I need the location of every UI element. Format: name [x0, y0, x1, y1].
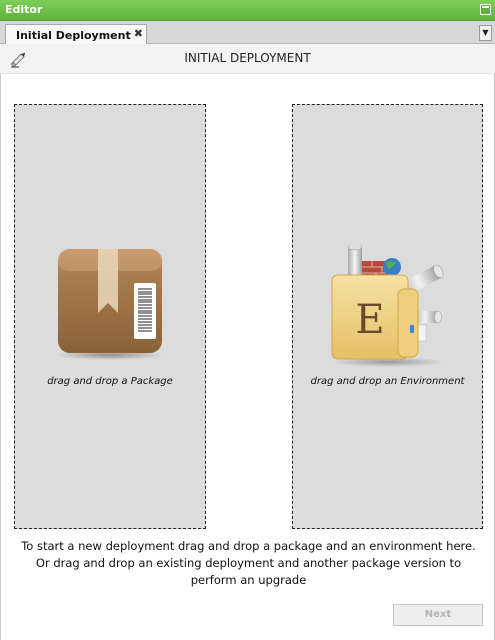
maximize-icon[interactable]: [480, 4, 491, 15]
close-tab-icon[interactable]: ✖: [134, 27, 143, 40]
editor-content: drag and drop a Package E drag and drop …: [0, 74, 495, 640]
page-title: INITIAL DEPLOYMENT: [184, 51, 311, 65]
environment-dropzone[interactable]: E drag and drop an Environment: [292, 104, 483, 529]
environment-folder-icon: E: [331, 245, 444, 367]
tab-bar: Initial Deployment ✖ ▼: [0, 21, 495, 44]
instructions-text: To start a new deployment drag and drop …: [21, 539, 476, 587]
tab-label: Initial Deployment: [16, 29, 131, 42]
environment-dropzone-label: drag and drop an Environment: [310, 376, 465, 387]
tab-list-dropdown-icon[interactable]: ▼: [479, 25, 492, 41]
svg-text:E: E: [355, 297, 384, 343]
package-dropzone[interactable]: drag and drop a Package: [14, 104, 206, 529]
tab-initial-deployment[interactable]: Initial Deployment ✖: [5, 24, 147, 44]
next-button[interactable]: Next: [393, 604, 483, 626]
editor-header: INITIAL DEPLOYMENT: [0, 44, 495, 74]
window-title: Editor: [5, 3, 43, 16]
package-box-icon: [56, 249, 164, 360]
package-dropzone-label: drag and drop a Package: [47, 376, 173, 387]
window-titlebar: Editor: [0, 0, 495, 21]
